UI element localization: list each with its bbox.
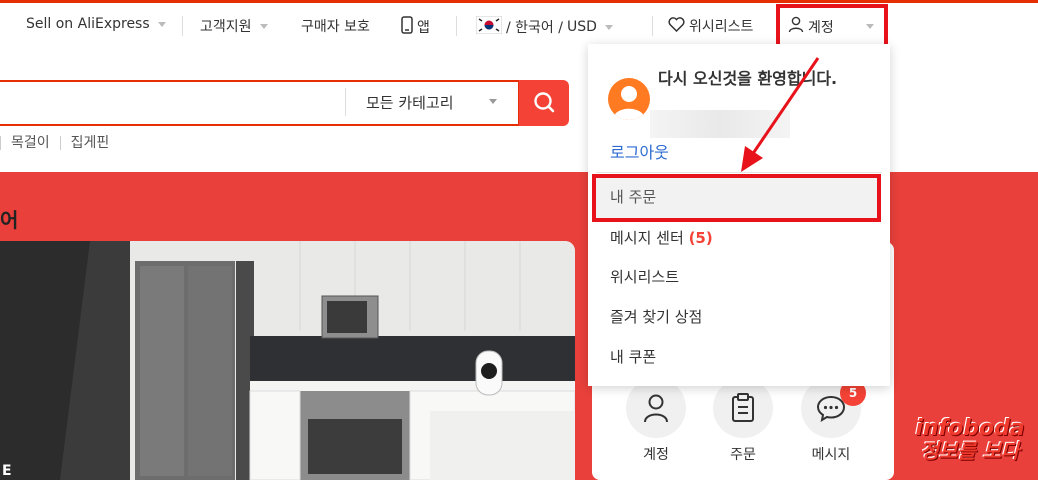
watermark-line2: 정보를 보다 (920, 439, 1020, 463)
watermark: infoboda 정보를 보다 (905, 416, 1035, 463)
annotation-arrow (741, 57, 820, 172)
watermark-line1: infoboda (915, 416, 1025, 441)
